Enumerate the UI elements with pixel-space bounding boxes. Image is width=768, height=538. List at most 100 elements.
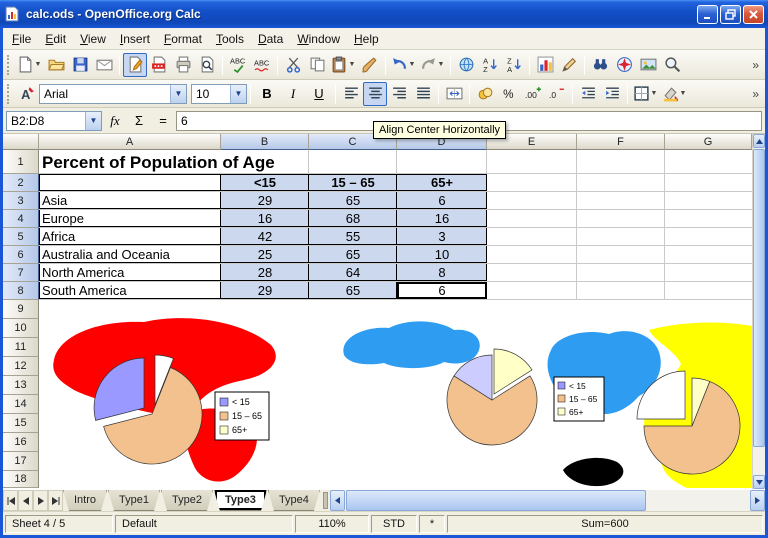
- cell-reference-input[interactable]: [7, 112, 85, 130]
- align-center-button[interactable]: [363, 82, 387, 106]
- scroll-left-button[interactable]: [330, 490, 345, 511]
- sort-descending-button[interactable]: ZA: [502, 53, 526, 77]
- save-button[interactable]: [68, 53, 92, 77]
- percent-format-button[interactable]: %: [497, 82, 521, 106]
- name-box-dropdown-arrow[interactable]: ▼: [85, 112, 101, 130]
- scroll-up-button[interactable]: [753, 134, 765, 148]
- toolbar-overflow-button[interactable]: »: [748, 87, 763, 101]
- chart-object[interactable]: < 15 15 – 65 65+ < 15 1: [39, 300, 752, 489]
- row-header-9[interactable]: 9: [3, 300, 39, 319]
- cell-A5[interactable]: Africa: [39, 228, 221, 245]
- cell-B8[interactable]: 29: [221, 282, 309, 299]
- column-header-F[interactable]: F: [577, 134, 665, 150]
- cell-D3[interactable]: 6: [397, 192, 487, 209]
- row-header-1[interactable]: 1: [3, 150, 39, 174]
- cell-B6[interactable]: 25: [221, 246, 309, 263]
- navigator-button[interactable]: [612, 53, 636, 77]
- menu-file[interactable]: File: [5, 29, 38, 49]
- menu-tools[interactable]: Tools: [209, 29, 251, 49]
- column-header-G[interactable]: G: [665, 134, 752, 150]
- align-right-button[interactable]: [387, 82, 411, 106]
- cell-A7[interactable]: North America: [39, 264, 221, 281]
- cell-A8[interactable]: South America: [39, 282, 221, 299]
- row-header-16[interactable]: 16: [3, 433, 39, 452]
- menu-view[interactable]: View: [73, 29, 113, 49]
- gallery-button[interactable]: [636, 53, 660, 77]
- undo-dropdown-arrow[interactable]: ▼: [408, 61, 416, 68]
- borders-dropdown-arrow[interactable]: ▼: [650, 90, 658, 97]
- sheet-tab-intro[interactable]: Intro: [63, 490, 107, 511]
- cell-C6[interactable]: 65: [309, 246, 397, 263]
- insert-chart-button[interactable]: [533, 53, 557, 77]
- email-button[interactable]: [92, 53, 116, 77]
- toolbar-grip[interactable]: [7, 55, 11, 75]
- row-header-14[interactable]: 14: [3, 395, 39, 414]
- close-button[interactable]: [743, 5, 764, 24]
- italic-button[interactable]: I: [280, 82, 306, 106]
- scroll-right-button[interactable]: [750, 490, 765, 511]
- row-header-10[interactable]: 10: [3, 319, 39, 338]
- font-name-input[interactable]: [40, 85, 170, 103]
- sheet-tab-type4[interactable]: Type4: [268, 490, 320, 511]
- cell-B3[interactable]: 29: [221, 192, 309, 209]
- vertical-scroll-thumb[interactable]: [753, 149, 765, 447]
- name-box[interactable]: ▼: [6, 111, 102, 131]
- row-header-2[interactable]: 2: [3, 174, 39, 192]
- cell-D7[interactable]: 8: [397, 264, 487, 281]
- sheet-tab-type3-active[interactable]: Type3: [214, 490, 267, 511]
- export-pdf-button[interactable]: [147, 53, 171, 77]
- tab-splitter[interactable]: [323, 492, 328, 509]
- copy-button[interactable]: [305, 53, 329, 77]
- menu-insert[interactable]: Insert: [113, 29, 157, 49]
- page-preview-button[interactable]: [195, 53, 219, 77]
- row-header-11[interactable]: 11: [3, 338, 39, 357]
- new-button[interactable]: ▼: [15, 53, 44, 77]
- styles-button[interactable]: A: [15, 82, 39, 106]
- select-all-corner[interactable]: [3, 134, 39, 150]
- toolbar-grip[interactable]: [7, 84, 11, 104]
- menu-help[interactable]: Help: [347, 29, 386, 49]
- decrease-indent-button[interactable]: [576, 82, 600, 106]
- column-header-B[interactable]: B: [221, 134, 309, 150]
- title-bar[interactable]: calc.ods - OpenOffice.org Calc: [0, 0, 768, 28]
- menu-edit[interactable]: Edit: [38, 29, 73, 49]
- redo-button[interactable]: ▼: [418, 53, 447, 77]
- cell-A4[interactable]: Europe: [39, 210, 221, 227]
- cell-D4[interactable]: 16: [397, 210, 487, 227]
- sheet-tab-type1[interactable]: Type1: [108, 490, 160, 511]
- delete-decimal-button[interactable]: .0: [545, 82, 569, 106]
- status-sum[interactable]: Sum=600: [447, 515, 763, 533]
- status-selection-mode[interactable]: STD: [371, 515, 417, 533]
- cell-A1-title[interactable]: Percent of Population of Age: [39, 150, 279, 173]
- column-header-A[interactable]: A: [39, 134, 221, 150]
- cell-C7[interactable]: 64: [309, 264, 397, 281]
- row-header-17[interactable]: 17: [3, 452, 39, 471]
- horizontal-scroll-track[interactable]: [647, 490, 750, 511]
- next-sheet-button[interactable]: [33, 490, 48, 511]
- increase-indent-button[interactable]: [600, 82, 624, 106]
- cell-D5[interactable]: 3: [397, 228, 487, 245]
- horizontal-scroll-thumb[interactable]: [346, 490, 646, 511]
- spellcheck-button[interactable]: ABC: [226, 53, 250, 77]
- bold-button[interactable]: B: [254, 82, 280, 106]
- menu-window[interactable]: Window: [290, 29, 347, 49]
- cell-D2[interactable]: 65+: [397, 174, 487, 191]
- row-header-8[interactable]: 8: [3, 282, 39, 300]
- menu-data[interactable]: Data: [251, 29, 290, 49]
- cell-B5[interactable]: 42: [221, 228, 309, 245]
- hyperlink-button[interactable]: [454, 53, 478, 77]
- cell-D8-active[interactable]: 6: [397, 282, 487, 299]
- cell-B7[interactable]: 28: [221, 264, 309, 281]
- sort-ascending-button[interactable]: AZ: [478, 53, 502, 77]
- borders-button[interactable]: ▼: [631, 82, 660, 106]
- last-sheet-button[interactable]: [48, 490, 63, 511]
- background-color-dropdown-arrow[interactable]: ▼: [679, 90, 687, 97]
- cell-C5[interactable]: 55: [309, 228, 397, 245]
- undo-button[interactable]: ▼: [389, 53, 418, 77]
- cell-A3[interactable]: Asia: [39, 192, 221, 209]
- merge-cells-button[interactable]: [442, 82, 466, 106]
- find-replace-button[interactable]: [588, 53, 612, 77]
- row-header-3[interactable]: 3: [3, 192, 39, 210]
- format-paintbrush-button[interactable]: [358, 53, 382, 77]
- cell-C4[interactable]: 68: [309, 210, 397, 227]
